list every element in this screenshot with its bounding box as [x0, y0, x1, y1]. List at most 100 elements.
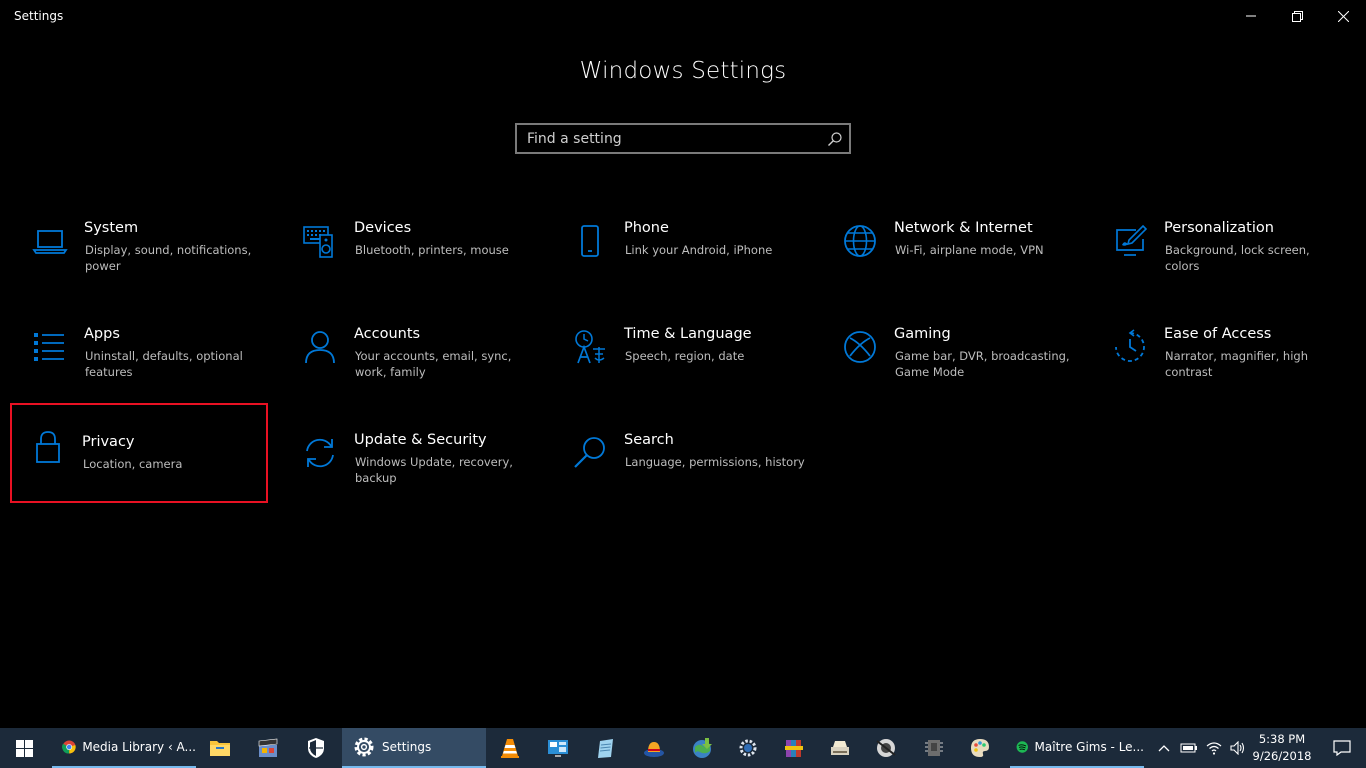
tile-title: Accounts — [354, 326, 421, 342]
tile-update-security[interactable]: Update & Security Windows Update, recove… — [282, 423, 540, 523]
tile-title: Time & Language — [624, 326, 752, 342]
tile-personalization[interactable]: Personalization Background, lock screen,… — [1092, 211, 1350, 311]
tile-devices[interactable]: Devices Bluetooth, printers, mouse — [282, 211, 540, 311]
globe-download-icon — [693, 738, 712, 758]
tile-gaming[interactable]: Gaming Game bar, DVR, broadcasting, Game… — [822, 317, 1080, 417]
spotify-icon — [1016, 741, 1028, 753]
tile-title: Network & Internet — [894, 220, 1033, 236]
tile-title: Update & Security — [354, 432, 487, 448]
tile-network-internet[interactable]: Network & Internet Wi-Fi, airplane mode,… — [822, 211, 1080, 311]
search-icon[interactable] — [827, 131, 843, 147]
tile-description: Link your Android, iPhone — [625, 243, 773, 257]
action-center-button[interactable] — [1322, 728, 1362, 768]
tile-description: Language, permissions, history — [625, 455, 805, 469]
search-input[interactable] — [517, 125, 817, 152]
tile-description: Location, camera — [83, 457, 183, 471]
taskbar-item-movie-maker[interactable] — [250, 728, 286, 768]
tile-description: Background, lock screen, colors — [1165, 243, 1310, 273]
lock-icon — [30, 429, 66, 465]
app-list-icon — [32, 329, 68, 365]
chip-icon — [925, 740, 943, 756]
tile-description: Your accounts, email, sync, work, family — [355, 349, 512, 379]
tile-title: Ease of Access — [1164, 326, 1272, 342]
tile-description: Windows Update, recovery, backup — [355, 455, 513, 485]
taskbar-item-scanner[interactable] — [822, 728, 858, 768]
taskbar-item-vlc[interactable] — [492, 728, 528, 768]
tile-accounts[interactable]: Accounts Your accounts, email, sync, wor… — [282, 317, 540, 417]
monitor-app-icon — [548, 740, 568, 757]
taskbar-item-label: Media Library ‹ A... — [82, 740, 196, 754]
battery-status[interactable] — [1177, 728, 1201, 768]
tile-title: Privacy — [82, 434, 135, 450]
shield-icon — [308, 738, 324, 758]
xbox-icon — [842, 329, 878, 365]
tile-description: Narrator, magnifier, high contrast — [1165, 349, 1308, 379]
taskbar-item-notepad[interactable] — [588, 728, 624, 768]
wifi-icon — [1206, 742, 1222, 755]
taskbar-item-chip[interactable] — [916, 728, 952, 768]
chrome-icon — [62, 740, 76, 754]
paint-palette-icon — [971, 739, 989, 757]
clapperboard-icon — [258, 738, 278, 757]
system-clock[interactable]: 5:38 PM 9/26/2018 — [1250, 731, 1314, 765]
speaker-disc-icon — [876, 739, 896, 757]
taskbar-item-paint[interactable] — [962, 728, 998, 768]
volume-control[interactable] — [1226, 728, 1250, 768]
tile-title: Personalization — [1164, 220, 1274, 236]
tile-system[interactable]: System Display, sound, notifications, po… — [12, 211, 270, 311]
tile-title: Devices — [354, 220, 412, 236]
taskbar-item-system-tool[interactable] — [730, 728, 766, 768]
sync-arrows-icon — [302, 435, 338, 471]
gears-icon — [739, 739, 757, 757]
taskbar-item-label: Settings — [382, 740, 432, 754]
globe-icon — [842, 223, 878, 259]
start-button[interactable] — [0, 728, 48, 768]
tile-apps[interactable]: Apps Uninstall, defaults, optional featu… — [12, 317, 270, 417]
tile-privacy[interactable]: Privacy Location, camera — [10, 403, 268, 503]
minimize-icon — [1246, 15, 1256, 17]
taskbar-item-settings[interactable]: Settings — [342, 728, 486, 768]
phone-icon — [572, 223, 608, 259]
chevron-up-icon — [1158, 745, 1170, 752]
restore-button[interactable] — [1274, 0, 1320, 32]
taskbar-item-download-manager[interactable] — [684, 728, 720, 768]
tile-description: Display, sound, notifications, power — [85, 243, 252, 273]
tile-phone[interactable]: Phone Link your Android, iPhone — [552, 211, 810, 311]
title-bar: Settings — [0, 0, 1366, 34]
taskbar-item-spotify[interactable]: Maître Gims - Le... — [1010, 728, 1144, 768]
taskbar-item-audio[interactable] — [868, 728, 904, 768]
tile-description: Wi-Fi, airplane mode, VPN — [895, 243, 1044, 257]
tile-ease-of-access[interactable]: Ease of Access Narrator, magnifier, high… — [1092, 317, 1350, 417]
close-button[interactable] — [1320, 0, 1366, 32]
scanner-icon — [831, 741, 849, 755]
tile-description: Bluetooth, printers, mouse — [355, 243, 509, 257]
time-language-icon — [572, 329, 608, 365]
page-title: Windows Settings — [579, 58, 787, 84]
tile-search[interactable]: Search Language, permissions, history — [552, 423, 810, 523]
taskbar-item-chrome[interactable]: Media Library ‹ A... — [52, 728, 196, 768]
tile-time-language[interactable]: Time & Language Speech, region, date — [552, 317, 810, 417]
taskbar-item-app-hat[interactable] — [636, 728, 672, 768]
search-box[interactable] — [515, 123, 851, 154]
hat-app-icon — [644, 742, 664, 757]
taskbar-item-label: Maître Gims - Le... — [1034, 740, 1144, 754]
network-status[interactable] — [1202, 728, 1226, 768]
tile-title: Apps — [84, 326, 120, 342]
laptop-icon — [32, 223, 68, 259]
taskbar-item-winrar[interactable] — [776, 728, 812, 768]
tile-title: Gaming — [894, 326, 951, 342]
minimize-button[interactable] — [1228, 0, 1274, 32]
app-title: Settings — [14, 9, 64, 23]
show-hidden-icons-button[interactable] — [1152, 728, 1176, 768]
keyboard-speaker-icon — [302, 223, 338, 259]
taskbar-item-file-explorer[interactable] — [202, 728, 238, 768]
speaker-volume-icon — [1230, 741, 1245, 755]
person-icon — [302, 329, 338, 365]
close-icon — [1337, 10, 1349, 22]
ease-of-access-icon — [1112, 329, 1148, 365]
taskbar-item-defender[interactable] — [298, 728, 334, 768]
taskbar-item-remote-desktop[interactable] — [540, 728, 576, 768]
folder-icon — [210, 741, 230, 756]
vlc-cone-icon — [501, 739, 519, 758]
paintbrush-screen-icon — [1112, 223, 1148, 259]
